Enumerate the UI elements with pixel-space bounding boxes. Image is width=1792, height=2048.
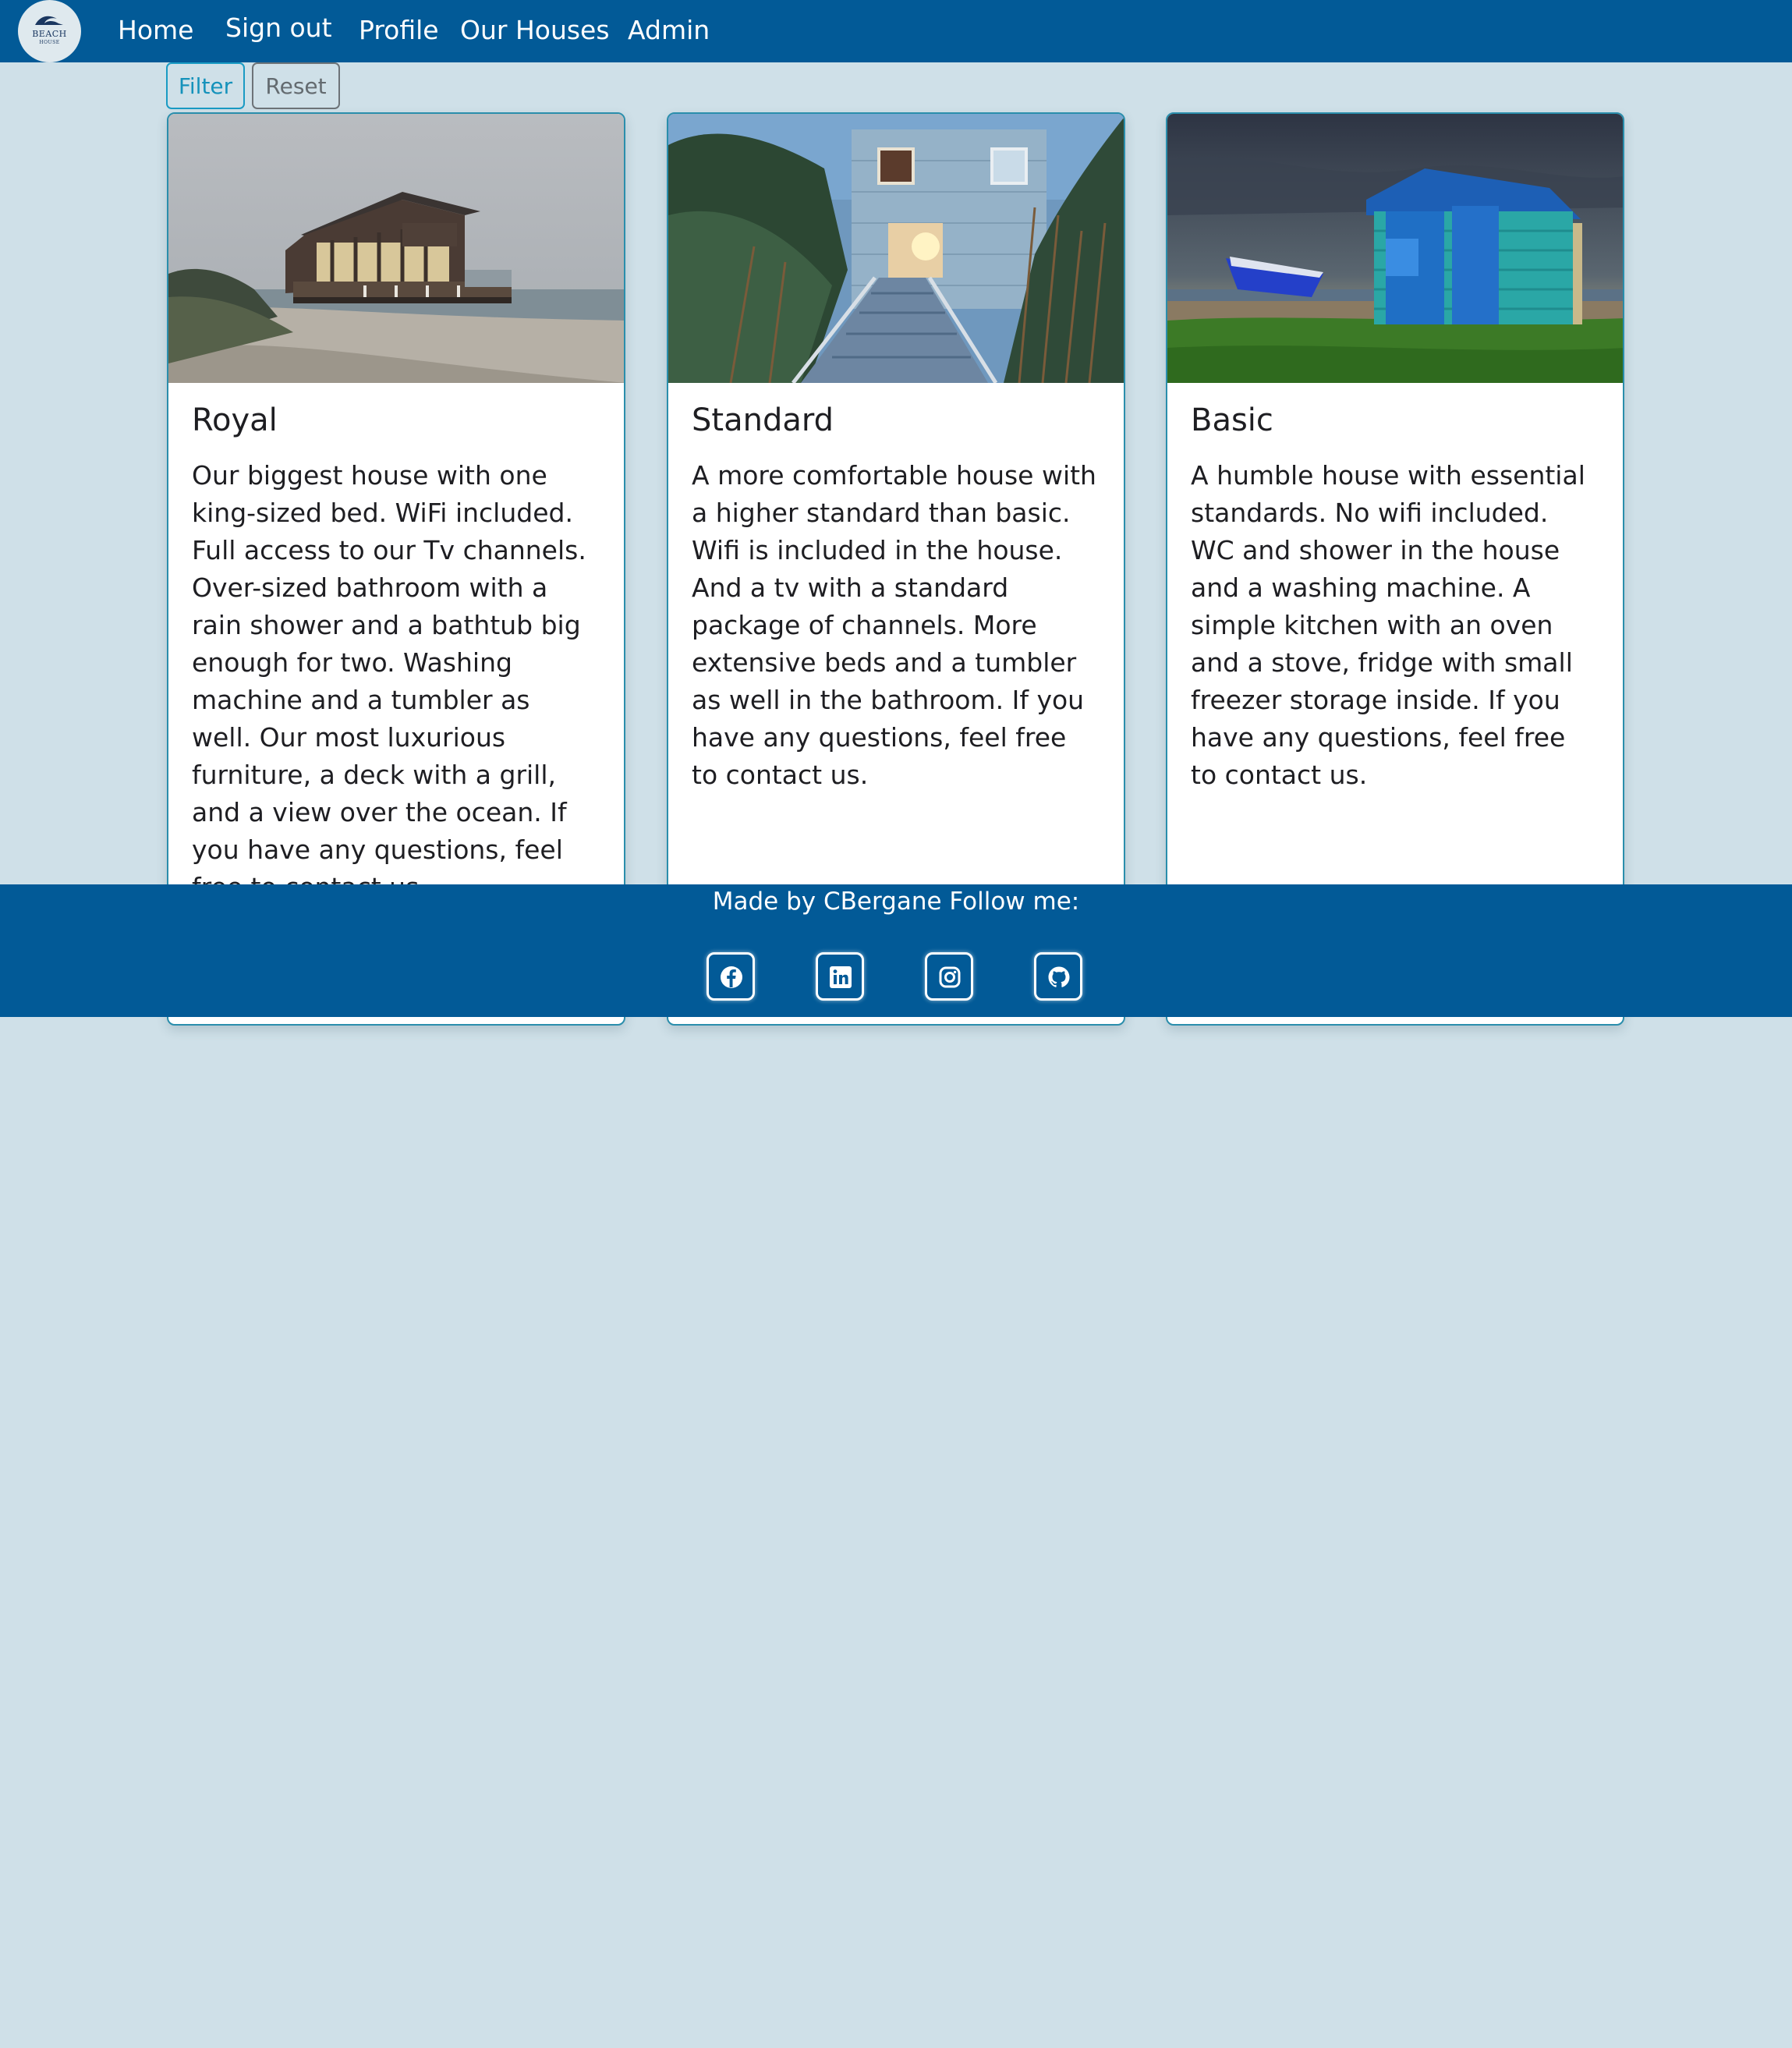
github-icon xyxy=(1048,966,1070,987)
nav-link-our-houses[interactable]: Our Houses xyxy=(460,15,610,45)
navbar: BEACH HOUSE Home Sign out Profile Our Ho… xyxy=(0,0,1792,62)
card-title: Basic xyxy=(1191,402,1273,438)
linkedin-link[interactable] xyxy=(816,952,864,1001)
house-image-royal xyxy=(168,114,624,383)
house-image-standard xyxy=(668,114,1124,383)
nav-link-sign-out[interactable]: Sign out xyxy=(225,12,332,43)
nav-link-admin[interactable]: Admin xyxy=(628,15,710,45)
card-title: Standard xyxy=(692,402,834,438)
card-description: A more comfortable house with a higher s… xyxy=(692,460,1096,790)
card-description: Our biggest house with one king-sized be… xyxy=(192,460,586,902)
beach-house-logo[interactable]: BEACH HOUSE xyxy=(18,0,81,62)
card-title: Royal xyxy=(192,402,278,438)
reset-button[interactable]: Reset xyxy=(252,62,340,109)
house-image-basic xyxy=(1167,114,1623,383)
logo-text: BEACH xyxy=(32,29,67,39)
facebook-icon xyxy=(721,966,742,988)
nav-link-home[interactable]: Home xyxy=(118,15,193,45)
nav-link-profile[interactable]: Profile xyxy=(359,15,439,45)
filter-button[interactable]: Filter xyxy=(166,62,245,109)
instagram-link[interactable] xyxy=(925,952,973,1001)
github-link[interactable] xyxy=(1034,952,1082,1001)
facebook-link[interactable] xyxy=(707,952,755,1001)
linkedin-icon xyxy=(830,966,852,988)
card-description: A humble house with essential standards.… xyxy=(1191,460,1585,790)
footer-credit: Made by CBergane Follow me: xyxy=(712,888,1080,916)
logo-subtext: HOUSE xyxy=(39,40,60,45)
instagram-icon xyxy=(939,966,961,988)
